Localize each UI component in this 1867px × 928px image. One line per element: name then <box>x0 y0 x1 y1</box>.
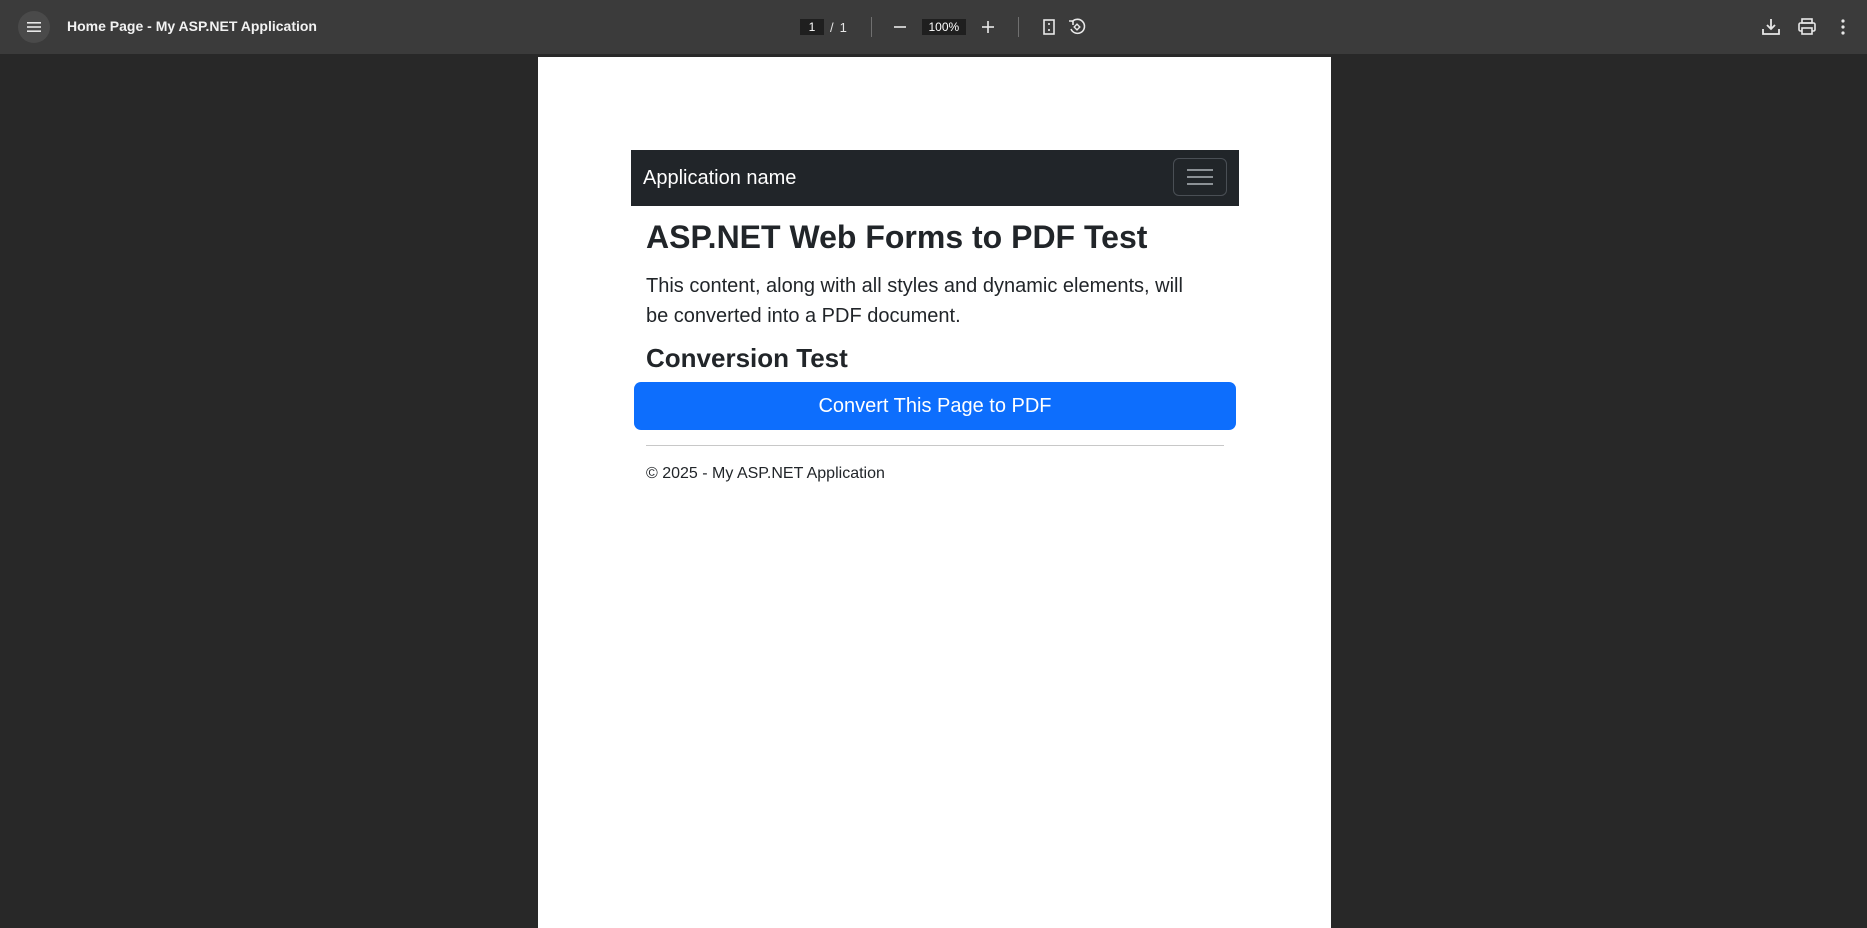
hamburger-menu-icon[interactable] <box>18 11 50 43</box>
section-heading: Conversion Test <box>646 343 848 373</box>
app-navbar: Application name <box>631 150 1239 206</box>
lead-paragraph: This content, along with all styles and … <box>646 275 1183 327</box>
pdf-viewer-area[interactable]: Application name ASP.NET Web Forms to PD… <box>0 54 1867 928</box>
footer-divider <box>646 445 1224 446</box>
rotate-button[interactable] <box>1063 13 1091 41</box>
print-icon <box>1798 18 1816 35</box>
current-page-input[interactable] <box>800 19 824 35</box>
more-options-button[interactable] <box>1829 13 1857 41</box>
toolbar-divider <box>1017 17 1019 37</box>
toolbar-actions <box>1757 13 1857 41</box>
pdf-viewer-toolbar: Home Page - My ASP.NET Application / 1 1… <box>0 0 1867 54</box>
fit-page-icon <box>1043 19 1055 35</box>
total-pages: 1 <box>839 19 847 35</box>
navbar-brand[interactable]: Application name <box>643 167 796 190</box>
zoom-out-button[interactable] <box>886 13 914 41</box>
footer-copyright: © 2025 - My ASP.NET Application <box>646 465 885 482</box>
more-vertical-icon <box>1841 19 1845 35</box>
toolbar-divider <box>870 17 872 37</box>
print-button[interactable] <box>1793 13 1821 41</box>
download-button[interactable] <box>1757 13 1785 41</box>
rotate-icon <box>1068 18 1086 35</box>
page-separator: / <box>830 19 834 35</box>
pdf-page: Application name ASP.NET Web Forms to PD… <box>538 57 1331 928</box>
zoom-level[interactable]: 100% <box>921 19 966 35</box>
document-title: Home Page - My ASP.NET Application <box>67 18 317 34</box>
page-controls: / 1 100% <box>800 13 1091 41</box>
page-heading: ASP.NET Web Forms to PDF Test <box>646 219 1148 255</box>
hamburger-icon <box>1187 169 1213 185</box>
navbar-toggler-button[interactable] <box>1173 158 1227 196</box>
minus-icon <box>893 26 906 28</box>
convert-to-pdf-button[interactable]: Convert This Page to PDF <box>634 382 1236 430</box>
fit-page-button[interactable] <box>1035 13 1063 41</box>
plus-icon <box>981 21 994 33</box>
download-icon <box>1762 19 1780 35</box>
zoom-in-button[interactable] <box>974 13 1002 41</box>
